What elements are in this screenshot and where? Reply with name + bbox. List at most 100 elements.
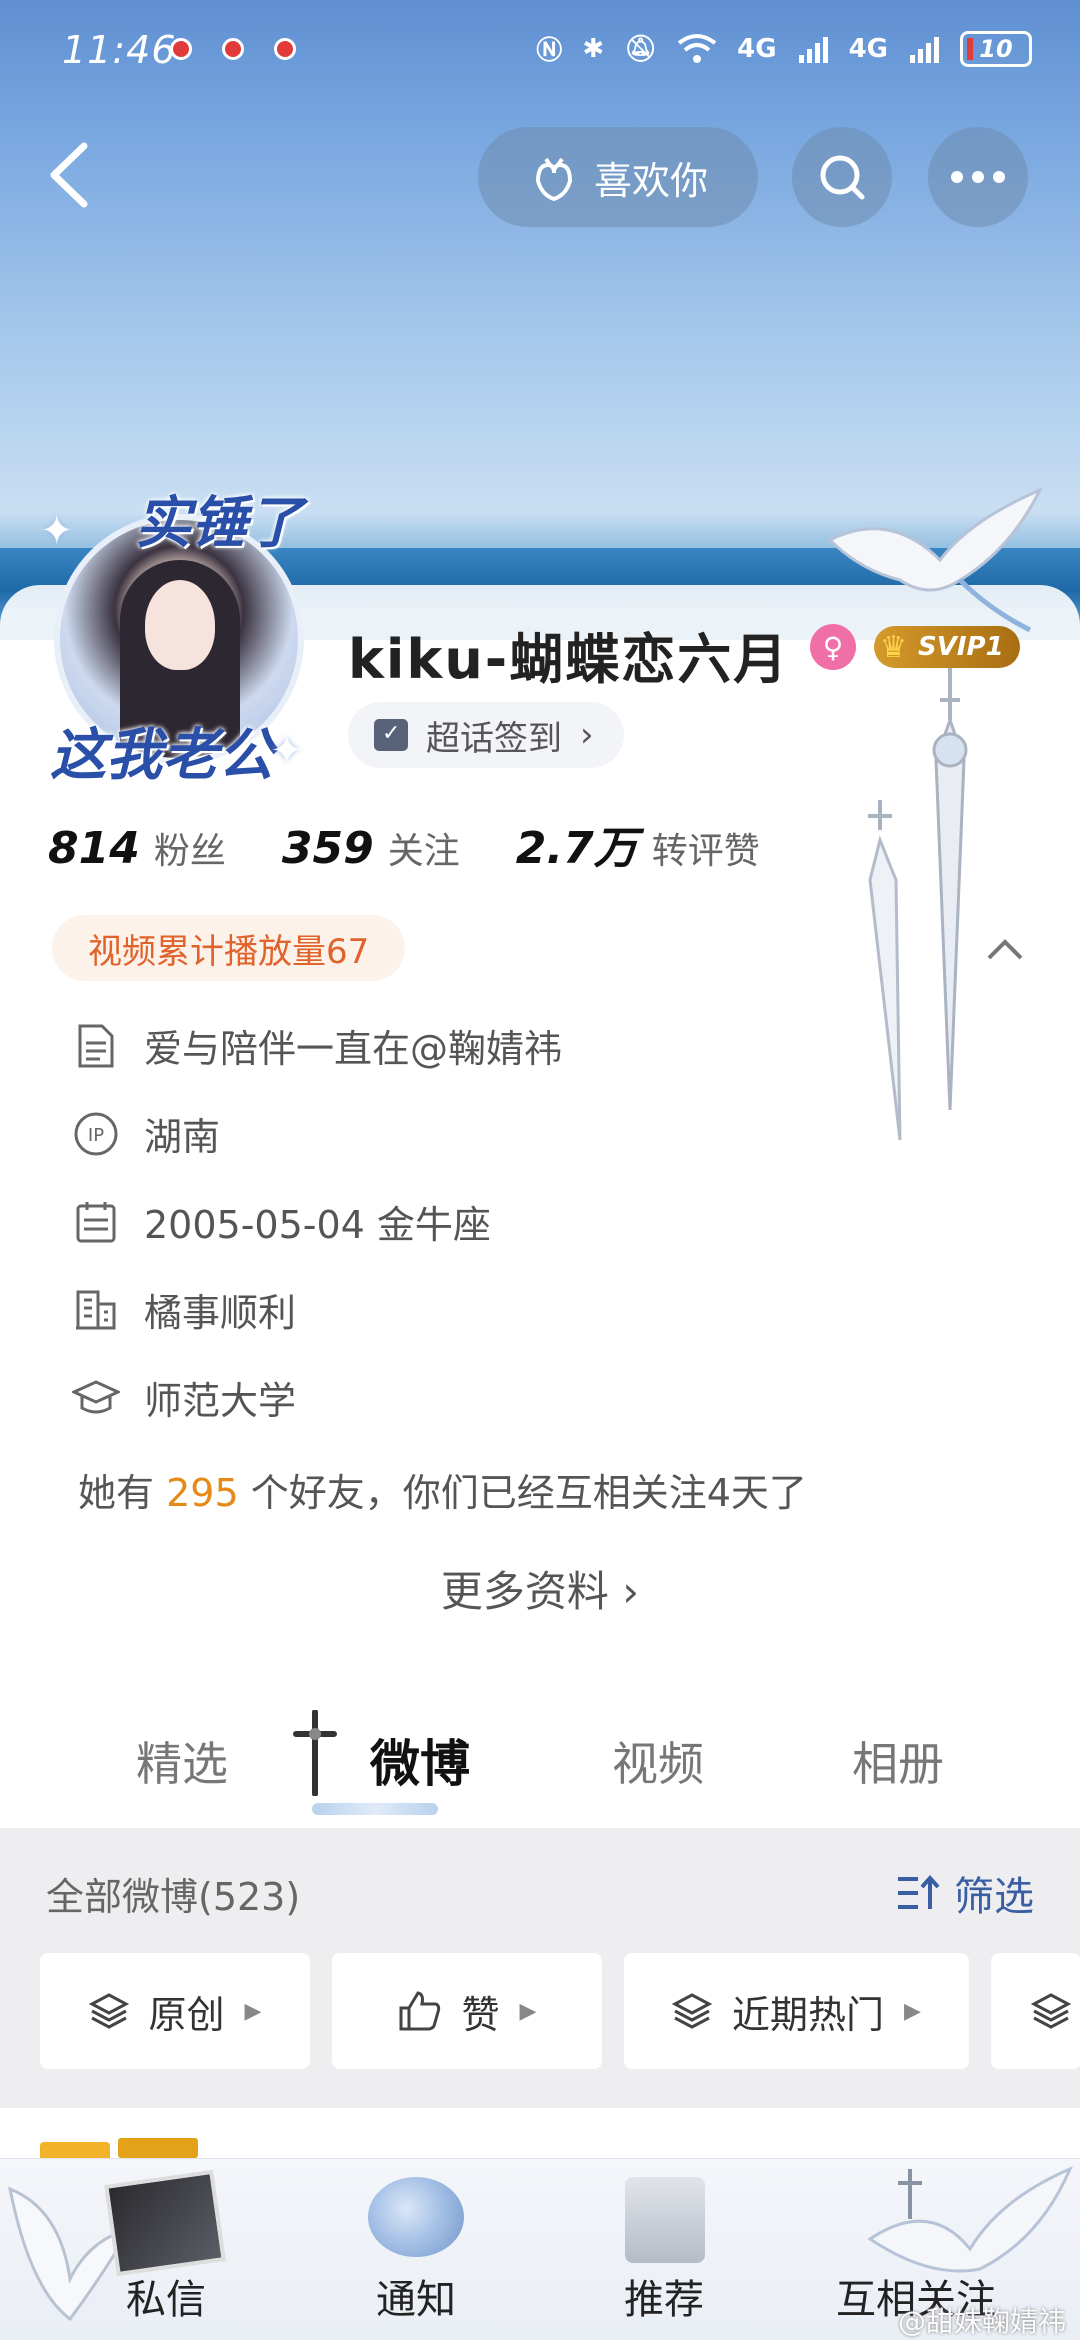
triangle-right-icon: ▶ [904, 1998, 921, 2024]
more-info-label: 更多资料 [440, 1567, 609, 1616]
female-gender-icon: ♀ [810, 624, 856, 670]
chevron-right-icon: › [622, 1567, 640, 1616]
thumbs-up-icon [399, 1991, 440, 2031]
battery-level: 10 [979, 34, 1013, 63]
ip-text: 湖南 [144, 1115, 221, 1159]
more-info-link[interactable]: 更多资料 › [0, 1558, 1080, 1619]
sparkle-icon: ✦ [270, 728, 304, 774]
chip-recent-hot-label: 近期热门 [732, 1992, 885, 2037]
video-plays-badge[interactable]: 视频累计播放量67 [52, 915, 406, 981]
svip-label: SVIP1 [918, 632, 1004, 662]
chevron-right-icon: › [580, 715, 594, 755]
layers-icon [672, 1993, 713, 2029]
heart-hand-icon [535, 157, 572, 202]
filter-icon [898, 1874, 940, 1909]
gift-box-decoration-icon [625, 2177, 705, 2263]
followers-count[interactable]: 814 [48, 823, 140, 874]
friends-prefix: 她有 [78, 1471, 155, 1515]
friends-suffix: 个好友，你们已经互相关注4天了 [250, 1471, 807, 1515]
watermark: @甜妹鞠婧祎 [897, 2305, 1066, 2338]
filter-label: 筛选 [954, 1874, 1034, 1920]
signal-icon [910, 36, 939, 63]
bird-decoration-icon [827, 487, 1044, 633]
ip-location-icon: IP [72, 1110, 120, 1158]
sword-decoration-icon [868, 650, 968, 1141]
chip-recent-hot[interactable]: 近期热门 ▶ [624, 1953, 969, 2069]
tab-featured[interactable]: 精选 [136, 1728, 228, 1794]
like-you-button[interactable]: 喜欢你 [478, 127, 758, 227]
notification-icons [170, 38, 296, 60]
svg-text:IP: IP [88, 1125, 104, 1146]
svip-badge[interactable]: ♛ SVIP1 [874, 626, 1020, 668]
calendar-icon [72, 1198, 120, 1246]
chevron-up-icon[interactable] [985, 930, 1025, 970]
all-weibo-count: 全部微博(523) [46, 1875, 301, 1919]
document-icon [72, 1022, 120, 1070]
tab-weibo[interactable]: 微博 [370, 1724, 470, 1796]
app-notification-icon [222, 38, 244, 60]
avatar-sticker-top: 实锤了 [135, 490, 303, 556]
company-text: 橘事顺利 [144, 1291, 297, 1335]
chip-original[interactable]: 原创 ▶ [40, 1953, 310, 2069]
triangle-right-icon: ▶ [519, 1998, 537, 2024]
back-button[interactable] [40, 140, 100, 210]
search-button[interactable] [792, 127, 892, 227]
more-button[interactable] [928, 127, 1028, 227]
profile-stats: 814 粉丝 359 关注 2.7万 转评赞 [48, 812, 816, 876]
like-you-label: 喜欢你 [593, 158, 708, 203]
interactions-label[interactable]: 转评赞 [652, 822, 760, 874]
first-post-peek[interactable] [0, 2108, 1080, 2162]
topic-checkin-button[interactable]: 超话签到 › [348, 702, 624, 768]
layers-icon [88, 1993, 129, 2029]
bottom-recommend[interactable]: 推荐 [624, 2267, 704, 2325]
tab-album[interactable]: 相册 [852, 1728, 944, 1794]
profile-tabs: 精选 微博 视频 相册 [0, 1700, 1080, 1820]
back-arrow-icon [50, 142, 88, 208]
following-label[interactable]: 关注 [388, 822, 460, 874]
battery-icon: 10 [960, 30, 1032, 67]
search-icon [820, 155, 865, 200]
signal-2-label: 4G [848, 33, 888, 64]
bio-text: 爱与陪伴一直在@鞠婧祎 [144, 1027, 563, 1071]
triangle-right-icon: ▶ [244, 1998, 262, 2024]
more-dots-icon [951, 171, 1005, 183]
chip-more[interactable] [991, 1953, 1080, 2069]
chip-liked-label: 赞 [461, 1992, 500, 2037]
wifi-icon [677, 33, 717, 63]
signal-1-label: 4G [737, 33, 777, 64]
active-tab-indicator [312, 1803, 438, 1815]
tab-video[interactable]: 视频 [612, 1728, 704, 1794]
signal-icon [798, 36, 828, 63]
filter-button[interactable]: 筛选 [896, 1864, 1034, 1922]
school-text: 师范大学 [144, 1379, 297, 1423]
crown-icon: ♛ [880, 630, 907, 665]
nfc-icon: Ⓝ [536, 36, 563, 66]
bottom-notifications[interactable]: 通知 [376, 2267, 456, 2325]
graduation-cap-icon [72, 1374, 120, 1422]
app-notification-icon [170, 38, 192, 60]
rose-decoration-icon [368, 2177, 464, 2257]
avatar-container[interactable]: 实锤了 这我老公 ✦ ✦ [40, 478, 310, 788]
avatar-sticker-bottom: 这我老公 [50, 722, 274, 788]
mutual-friends-text: 她有 295 个好友，你们已经互相关注4天了 [78, 1462, 807, 1517]
app-notification-icon [274, 38, 296, 60]
ip-row: IP 湖南 [72, 1106, 220, 1161]
avatar-face [145, 580, 215, 670]
followers-label[interactable]: 粉丝 [154, 822, 226, 874]
friends-count[interactable]: 295 [166, 1471, 239, 1515]
company-row: 橘事顺利 [72, 1282, 296, 1337]
bottom-private-message[interactable]: 私信 [126, 2267, 206, 2325]
mute-icon: 🔕︎ [624, 33, 658, 64]
cross-decoration-icon [293, 1710, 337, 1796]
sparkle-icon: ✦ [40, 508, 74, 554]
pinned-label [118, 2138, 198, 2158]
interactions-count[interactable]: 2.7万 [516, 812, 638, 876]
layers-icon [1031, 1993, 1071, 2029]
status-bar: 11:46 Ⓝ ✱ 🔕︎ 4G 4G 10 [0, 0, 1080, 100]
chip-original-label: 原创 [148, 1992, 225, 2037]
weibo-feed-header: 全部微博(523) 筛选 原创 ▶ 赞 ▶ 近期热门 ▶ [0, 1828, 1080, 2108]
status-indicators: Ⓝ ✱ 🔕︎ 4G 4G 10 [536, 30, 1032, 67]
chip-liked[interactable]: 赞 ▶ [332, 1953, 602, 2069]
following-count[interactable]: 359 [282, 823, 374, 874]
topic-checkin-label: 超话签到 [426, 718, 562, 759]
